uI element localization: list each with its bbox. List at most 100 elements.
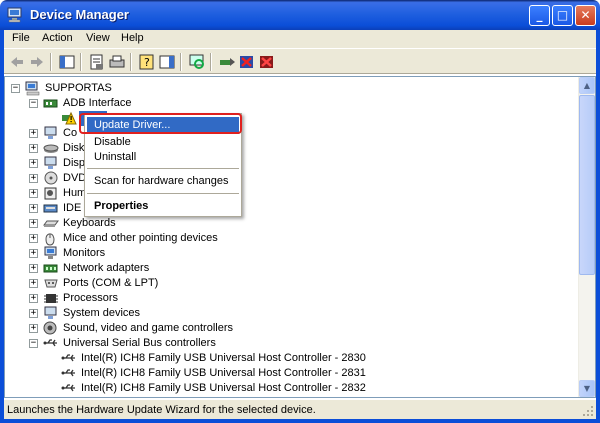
tree-collapse-toggle[interactable]: − <box>11 84 20 93</box>
scroll-thumb[interactable] <box>579 95 595 275</box>
tree-expand-toggle[interactable]: + <box>29 129 38 138</box>
tree-item-label: Disp <box>63 157 86 169</box>
menu-item-scan-hardware[interactable]: Scan for hardware changes <box>87 173 239 190</box>
menu-bar: File Action View Help <box>4 30 596 48</box>
tree-item-label: Keyboards <box>63 217 116 229</box>
properties-icon[interactable] <box>88 53 106 71</box>
window-title: Device Manager <box>30 7 129 22</box>
tree-collapse-toggle[interactable]: − <box>29 339 38 348</box>
tree-expand-toggle[interactable]: + <box>29 324 38 333</box>
toolbar-separator <box>130 53 132 71</box>
usb-icon <box>61 384 75 392</box>
show-hide-console-tree-icon[interactable] <box>58 53 76 71</box>
usb-icon <box>43 339 57 347</box>
tree-collapse-toggle[interactable]: − <box>29 99 38 108</box>
computer-icon <box>44 126 57 139</box>
help-icon[interactable]: ? <box>138 53 156 71</box>
tree-item-label: Monitors <box>63 247 106 259</box>
window-frame-bottom <box>0 419 600 423</box>
menu-view[interactable]: View <box>86 32 110 44</box>
toolbar-separator <box>80 53 82 71</box>
maximize-button[interactable]: □ <box>552 5 573 26</box>
tree-expand-toggle[interactable]: + <box>29 234 38 243</box>
keyboard-icon <box>43 220 59 227</box>
tree-expand-toggle[interactable]: + <box>29 264 38 273</box>
tree-item-label: ADB Interface <box>63 97 132 109</box>
speaker-icon <box>43 321 57 335</box>
computer-icon <box>25 81 40 96</box>
update-driver-highlight <box>79 113 242 134</box>
close-button[interactable]: ✕ <box>575 5 596 26</box>
port-icon <box>44 279 58 288</box>
tree-item-label: DVD <box>63 172 87 184</box>
network-adapter-icon <box>43 264 58 273</box>
device-manager-icon <box>7 7 22 23</box>
mouse-icon <box>45 233 55 246</box>
tree-item-label: Universal Serial Bus controllers <box>63 337 216 349</box>
usb-icon <box>61 369 75 377</box>
toolbar-separator <box>210 53 212 71</box>
processor-icon <box>44 294 58 303</box>
hid-icon <box>44 187 57 200</box>
adb-device-icon <box>43 99 58 108</box>
tree-expand-toggle[interactable]: + <box>29 249 38 258</box>
tree-root-label: SUPPORTAS <box>45 82 112 94</box>
update-driver-icon[interactable] <box>218 53 236 71</box>
resize-grip-icon[interactable] <box>582 405 594 417</box>
tree-expand-toggle[interactable]: + <box>29 309 38 318</box>
status-bar: Launches the Hardware Update Wizard for … <box>4 399 596 419</box>
tree-expand-toggle[interactable]: + <box>29 174 38 183</box>
menu-action[interactable]: Action <box>42 32 73 44</box>
scan-hardware-icon[interactable] <box>188 53 206 71</box>
tree-item-label: IDE <box>63 202 82 214</box>
ide-controller-icon <box>43 204 58 213</box>
tree-item-label: Hum <box>63 187 87 199</box>
back-arrow-icon[interactable] <box>8 53 26 71</box>
toolbar-separator <box>180 53 182 71</box>
toolbar-separator <box>50 53 52 71</box>
tree-item-label: Intel(R) ICH8 Family USB Universal Host … <box>81 382 366 394</box>
tree-expand-toggle[interactable]: + <box>29 159 38 168</box>
menu-help[interactable]: Help <box>121 32 144 44</box>
menu-item-properties[interactable]: Properties <box>87 198 239 215</box>
tree-item-label: Intel(R) ICH8 Family USB Universal Host … <box>81 367 366 379</box>
vertical-scrollbar[interactable]: ▲ ▼ <box>578 77 595 397</box>
scroll-up-button[interactable]: ▲ <box>579 77 595 94</box>
monitor-icon <box>44 246 57 259</box>
status-text: Launches the Hardware Update Wizard for … <box>7 404 316 416</box>
menu-item-uninstall[interactable]: Uninstall <box>87 149 239 166</box>
dvd-drive-icon <box>44 171 58 185</box>
print-icon[interactable] <box>108 53 126 71</box>
usb-icon <box>61 354 75 362</box>
tree-item-label: Intel(R) ICH8 Family USB Universal Host … <box>81 352 366 364</box>
disk-drive-icon <box>43 144 59 153</box>
warning-device-icon <box>62 111 77 125</box>
tree-item-label: Disk <box>63 142 85 154</box>
tree-expand-toggle[interactable]: + <box>29 204 38 213</box>
tree-item-label: System devices <box>63 307 141 319</box>
title-bar[interactable]: Device Manager _ □ ✕ <box>0 0 600 30</box>
tree-item-label: Ports (COM & LPT) <box>63 277 159 289</box>
minimize-button[interactable]: _ <box>529 5 550 26</box>
display-adapter-icon <box>44 156 57 169</box>
menu-file[interactable]: File <box>12 32 30 44</box>
tree-expand-toggle[interactable]: + <box>29 219 38 228</box>
scroll-down-button[interactable]: ▼ <box>579 380 595 397</box>
disable-icon[interactable] <box>258 53 276 71</box>
tree-item-label: Processors <box>63 292 119 304</box>
menu-separator <box>87 168 239 169</box>
tree-expand-toggle[interactable]: + <box>29 189 38 198</box>
tree-expand-toggle[interactable]: + <box>29 144 38 153</box>
window-frame-right <box>596 30 600 423</box>
show-hide-action-pane-icon[interactable] <box>158 53 176 71</box>
tree-expand-toggle[interactable]: + <box>29 294 38 303</box>
tree-item-label: Network adapters <box>63 262 150 274</box>
tree-item-label: Sound, video and game controllers <box>63 322 233 334</box>
system-device-icon <box>44 306 57 319</box>
tree-item-label: Co <box>63 127 78 139</box>
tree-expand-toggle[interactable]: + <box>29 279 38 288</box>
forward-arrow-icon[interactable] <box>28 53 46 71</box>
menu-separator <box>87 193 239 194</box>
uninstall-icon[interactable] <box>238 53 256 71</box>
tree-item-label: Mice and other pointing devices <box>63 232 218 244</box>
